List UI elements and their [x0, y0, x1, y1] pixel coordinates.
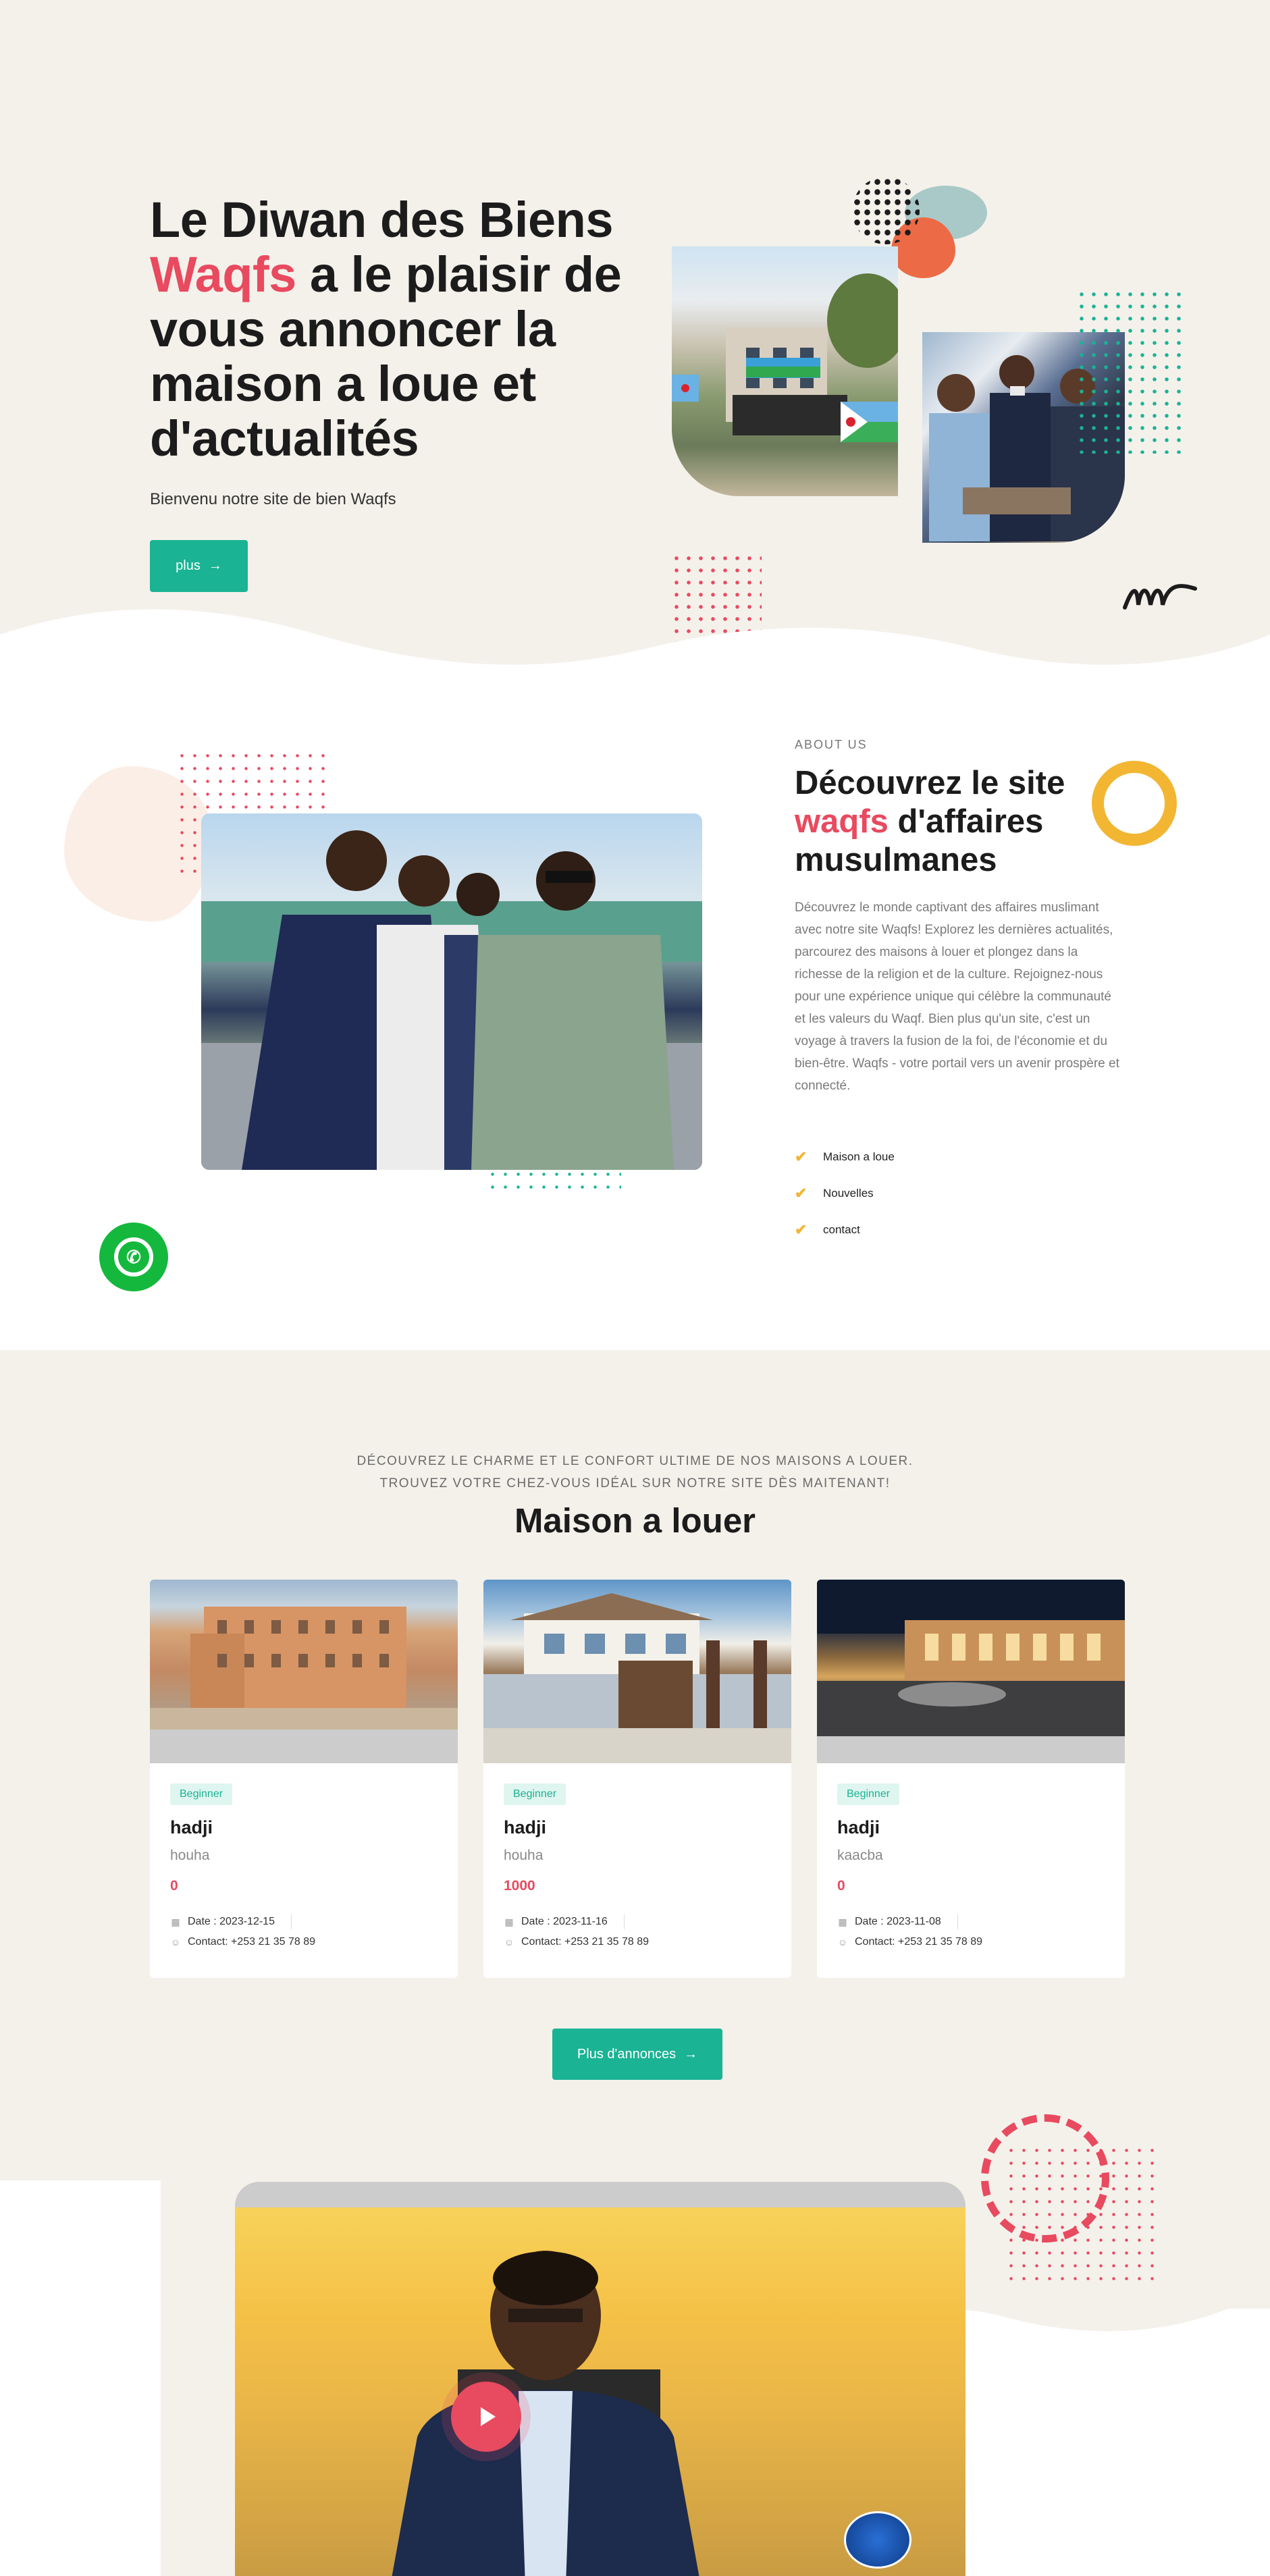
listing-price: 1000: [504, 1878, 535, 1894]
listings-eyebrow: DÉCOUVREZ LE CHARME ET LE CONFORT ULTIME…: [0, 1450, 1270, 1495]
listing-photo-night: [817, 1580, 1125, 1736]
whatsapp-button[interactable]: ✆: [99, 1223, 168, 1291]
listing-title[interactable]: hadji: [504, 1817, 546, 1838]
listing-contact-row: ☺ Contact: +253 21 35 78 89: [504, 1936, 649, 1948]
checklist-item-contact[interactable]: ✔ contact: [795, 1212, 895, 1248]
hero-photo-building: [672, 246, 898, 496]
hero-title-part1: Le Diwan des Biens: [150, 192, 613, 248]
listing-photo-art: [150, 1607, 458, 1729]
user-icon: ☺: [837, 1937, 848, 1948]
listing-date: Date : 2023-11-08: [855, 1916, 941, 1927]
hero-photo-building-art: [672, 273, 898, 442]
check-icon: ✔: [795, 1185, 808, 1202]
arrow-right-icon: →: [684, 2046, 698, 2062]
level-badge: Beginner: [837, 1783, 900, 1805]
checklist-label: Maison a loue: [823, 1150, 895, 1163]
listing-photo-art: [483, 1593, 791, 1763]
listing-title[interactable]: hadji: [837, 1817, 880, 1838]
decorative-teal-dots-about: [486, 1168, 621, 1195]
hero-title: Le Diwan des Biens Waqfs a le plaisir de …: [150, 192, 636, 466]
more-listings-label: Plus d'annonces: [577, 2046, 677, 2062]
divider: [290, 1914, 292, 1929]
listing-date-row: ▦ Date : 2023-11-16: [504, 1914, 625, 1929]
decorative-green-dots: [1076, 288, 1187, 454]
listing-card[interactable]: Beginner hadji houha 1000 ▦ Date : 2023-1…: [483, 1580, 791, 1978]
listing-subtitle: houha: [170, 1848, 210, 1863]
play-button[interactable]: [451, 2382, 521, 2452]
divider: [957, 1914, 958, 1929]
listing-price: 0: [170, 1878, 178, 1894]
listings-title: Maison a louer: [514, 1501, 756, 1540]
user-icon: ☺: [504, 1937, 514, 1948]
listing-contact: Contact: +253 21 35 78 89: [188, 1936, 316, 1948]
more-listings-button[interactable]: Plus d'annonces →: [552, 2029, 722, 2080]
calendar-icon: ▦: [171, 1916, 180, 1927]
listing-subtitle: kaacba: [837, 1848, 883, 1863]
listing-date: Date : 2023-12-15: [188, 1916, 275, 1927]
checklist-label: Nouvelles: [823, 1187, 874, 1200]
channel-logo: [844, 2511, 911, 2569]
about-photo-art: [201, 830, 702, 1170]
listing-subtitle: houha: [504, 1848, 544, 1863]
listing-price: 0: [837, 1878, 845, 1894]
listings-eyebrow-line2: TROUVEZ VOTRE CHEZ-VOUS IDÉAL SUR NOTRE …: [379, 1476, 891, 1491]
check-icon: ✔: [795, 1148, 808, 1165]
listing-photo-villa: [483, 1580, 791, 1763]
decorative-red-dots-video: [1005, 2144, 1160, 2287]
decorative-yellow-ring: [1092, 761, 1177, 846]
about-title-part1: Découvrez le site: [795, 765, 1065, 801]
about-title: Découvrez le site waqfs d'affaires musulm…: [795, 764, 1105, 880]
listing-photo-art: [817, 1580, 1125, 1736]
listing-contact: Contact: +253 21 35 78 89: [855, 1936, 983, 1948]
listings-eyebrow-line1: DÉCOUVREZ LE CHARME ET LE CONFORT ULTIME…: [356, 1454, 914, 1468]
video-thumbnail-art: [392, 2251, 699, 2576]
hero-wave-divider: [0, 609, 1270, 709]
check-icon: ✔: [795, 1221, 808, 1238]
calendar-icon: ▦: [838, 1916, 847, 1927]
listing-image: [483, 1580, 791, 1763]
listing-card[interactable]: Beginner hadji kaacba 0 ▦ Date : 2023-11-…: [817, 1580, 1125, 1978]
listing-date-row: ▦ Date : 2023-12-15: [170, 1914, 292, 1929]
level-badge: Beginner: [170, 1783, 233, 1805]
about-checklist: ✔ Maison a loue ✔ Nouvelles ✔ contact: [795, 1139, 895, 1248]
whatsapp-icon: ✆: [114, 1237, 153, 1277]
listing-photo-building: [150, 1580, 458, 1729]
about-eyebrow: ABOUT US: [795, 738, 868, 751]
divider: [623, 1914, 625, 1929]
about-body: Découvrez le monde captivant des affaire…: [795, 901, 1119, 1093]
listing-image: [817, 1580, 1125, 1763]
listing-date-row: ▦ Date : 2023-11-08: [837, 1914, 958, 1929]
play-icon: [481, 2407, 496, 2426]
calendar-icon: ▦: [504, 1916, 514, 1927]
arrow-right-icon: →: [208, 558, 222, 573]
about-title-accent: waqfs: [795, 803, 889, 840]
checklist-item-maison[interactable]: ✔ Maison a loue: [795, 1139, 895, 1175]
hero-plus-label: plus: [176, 558, 201, 573]
listing-date: Date : 2023-11-16: [521, 1916, 608, 1927]
listing-contact-row: ☺ Contact: +253 21 35 78 89: [170, 1936, 315, 1948]
checklist-label: contact: [823, 1223, 860, 1236]
about-photo: [201, 813, 702, 1170]
decorative-black-dots: [852, 177, 920, 244]
hero-plus-button[interactable]: plus →: [150, 540, 248, 592]
checklist-item-nouvelles[interactable]: ✔ Nouvelles: [795, 1175, 895, 1212]
user-icon: ☺: [170, 1937, 181, 1948]
listing-card[interactable]: Beginner hadji houha 0 ▦ Date : 2023-12-1…: [150, 1580, 458, 1978]
listing-contact-row: ☺ Contact: +253 21 35 78 89: [837, 1936, 982, 1948]
hero-subtitle: Bienvenu notre site de bien Waqfs: [150, 490, 396, 508]
level-badge: Beginner: [504, 1783, 566, 1805]
listing-contact: Contact: +253 21 35 78 89: [521, 1936, 650, 1948]
listing-title[interactable]: hadji: [170, 1817, 213, 1838]
page: Le Diwan des Biens Waqfs a le plaisir de …: [0, 0, 1270, 2576]
hero-title-accent: Waqfs: [150, 246, 296, 302]
listing-image: [150, 1580, 458, 1763]
